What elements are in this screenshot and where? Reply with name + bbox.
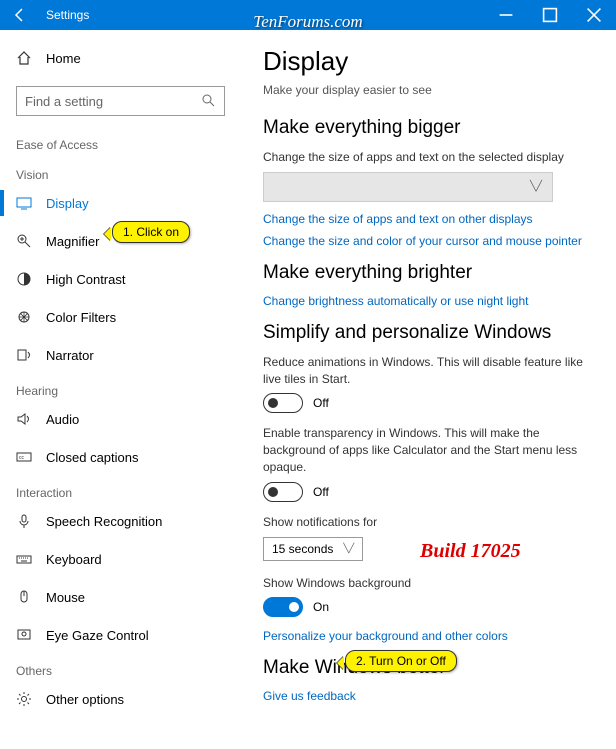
eye-icon bbox=[16, 627, 32, 643]
link-feedback[interactable]: Give us feedback bbox=[263, 689, 590, 703]
minimize-button[interactable] bbox=[484, 0, 528, 30]
toggle-background-state: On bbox=[313, 600, 329, 614]
cc-icon: cc bbox=[16, 449, 32, 465]
heading-simplify: Simplify and personalize Windows bbox=[263, 322, 590, 344]
section-vision: Vision bbox=[0, 158, 237, 184]
link-brightness[interactable]: Change brightness automatically or use n… bbox=[263, 294, 590, 308]
color-filters-icon bbox=[16, 309, 32, 325]
size-desc: Change the size of apps and text on the … bbox=[263, 149, 590, 166]
toggle-animations[interactable] bbox=[263, 393, 303, 413]
contrast-icon bbox=[16, 271, 32, 287]
notif-select[interactable]: 15 seconds ╲╱ bbox=[263, 537, 363, 561]
nav-mouse[interactable]: Mouse bbox=[0, 578, 237, 616]
nav-closed-captions[interactable]: cc Closed captions bbox=[0, 438, 237, 476]
nav-label: Eye Gaze Control bbox=[46, 628, 149, 643]
annotation-build: Build 17025 bbox=[420, 540, 521, 563]
section-interaction: Interaction bbox=[0, 476, 237, 502]
group-header: Ease of Access bbox=[0, 124, 237, 158]
chevron-down-icon: ╲╱ bbox=[343, 543, 354, 554]
back-button[interactable] bbox=[0, 0, 40, 30]
mouse-icon bbox=[16, 589, 32, 605]
nav-label: High Contrast bbox=[46, 272, 125, 287]
heading-brighter: Make everything brighter bbox=[263, 262, 590, 284]
trans-desc: Enable transparency in Windows. This wil… bbox=[263, 425, 590, 475]
heading-bigger: Make everything bigger bbox=[263, 117, 590, 139]
notif-label: Show notifications for bbox=[263, 514, 590, 531]
search-input[interactable]: Find a setting bbox=[16, 86, 225, 116]
titlebar: Settings bbox=[0, 0, 616, 30]
toggle-knob bbox=[289, 602, 299, 612]
nav-label: Mouse bbox=[46, 590, 85, 605]
toggle-animations-state: Off bbox=[313, 396, 329, 410]
section-hearing: Hearing bbox=[0, 374, 237, 400]
page-title: Display bbox=[263, 46, 590, 77]
display-icon bbox=[16, 195, 32, 211]
nav-high-contrast[interactable]: High Contrast bbox=[0, 260, 237, 298]
nav-keyboard[interactable]: Keyboard bbox=[0, 540, 237, 578]
annotation-callout-2: 2. Turn On or Off bbox=[345, 650, 457, 672]
keyboard-icon bbox=[16, 551, 32, 567]
nav-eye-gaze[interactable]: Eye Gaze Control bbox=[0, 616, 237, 654]
magnifier-icon bbox=[16, 233, 32, 249]
arrow-left-icon bbox=[12, 7, 28, 23]
home-icon bbox=[16, 50, 32, 66]
nav-label: Keyboard bbox=[46, 552, 102, 567]
nav-color-filters[interactable]: Color Filters bbox=[0, 298, 237, 336]
toggle-transparency[interactable] bbox=[263, 482, 303, 502]
chevron-down-icon: ╲╱ bbox=[530, 181, 542, 192]
mic-icon bbox=[16, 513, 32, 529]
nav-other-options[interactable]: Other options bbox=[0, 680, 237, 718]
size-dropdown[interactable]: ╲╱ bbox=[263, 172, 553, 202]
nav-label: Speech Recognition bbox=[46, 514, 162, 529]
window-title: Settings bbox=[46, 8, 484, 22]
nav-label: Closed captions bbox=[46, 450, 139, 465]
nav-label: Magnifier bbox=[46, 234, 99, 249]
notif-value: 15 seconds bbox=[272, 542, 333, 556]
nav-label: Narrator bbox=[46, 348, 94, 363]
page-subtitle: Make your display easier to see bbox=[263, 83, 590, 97]
narrator-icon bbox=[16, 347, 32, 363]
nav-label: Display bbox=[46, 196, 89, 211]
selection-bar bbox=[0, 190, 4, 216]
bg-label: Show Windows background bbox=[263, 575, 590, 592]
nav-display[interactable]: Display bbox=[0, 184, 237, 222]
main-panel: Display Make your display easier to see … bbox=[237, 30, 616, 749]
close-button[interactable] bbox=[572, 0, 616, 30]
nav-narrator[interactable]: Narrator bbox=[0, 336, 237, 374]
search-placeholder: Find a setting bbox=[25, 94, 103, 109]
nav-label: Color Filters bbox=[46, 310, 116, 325]
toggle-knob bbox=[268, 398, 278, 408]
toggle-transparency-state: Off bbox=[313, 485, 329, 499]
gear-icon bbox=[16, 691, 32, 707]
home-button[interactable]: Home bbox=[0, 40, 237, 76]
nav-speech[interactable]: Speech Recognition bbox=[0, 502, 237, 540]
link-cursor-pointer[interactable]: Change the size and color of your cursor… bbox=[263, 234, 590, 248]
annotation-callout-1: 1. Click on bbox=[112, 221, 190, 243]
nav-audio[interactable]: Audio bbox=[0, 400, 237, 438]
audio-icon bbox=[16, 411, 32, 427]
svg-text:cc: cc bbox=[19, 455, 25, 461]
search-icon bbox=[200, 92, 216, 111]
window-controls bbox=[484, 0, 616, 30]
link-personalize-bg[interactable]: Personalize your background and other co… bbox=[263, 629, 590, 643]
maximize-button[interactable] bbox=[528, 0, 572, 30]
nav-label: Audio bbox=[46, 412, 79, 427]
nav-label: Other options bbox=[46, 692, 124, 707]
link-other-displays[interactable]: Change the size of apps and text on othe… bbox=[263, 212, 590, 226]
toggle-knob bbox=[268, 487, 278, 497]
section-others: Others bbox=[0, 654, 237, 680]
home-label: Home bbox=[46, 51, 81, 66]
toggle-background[interactable] bbox=[263, 597, 303, 617]
sidebar: Home Find a setting Ease of Access Visio… bbox=[0, 30, 237, 749]
anim-desc: Reduce animations in Windows. This will … bbox=[263, 354, 590, 388]
